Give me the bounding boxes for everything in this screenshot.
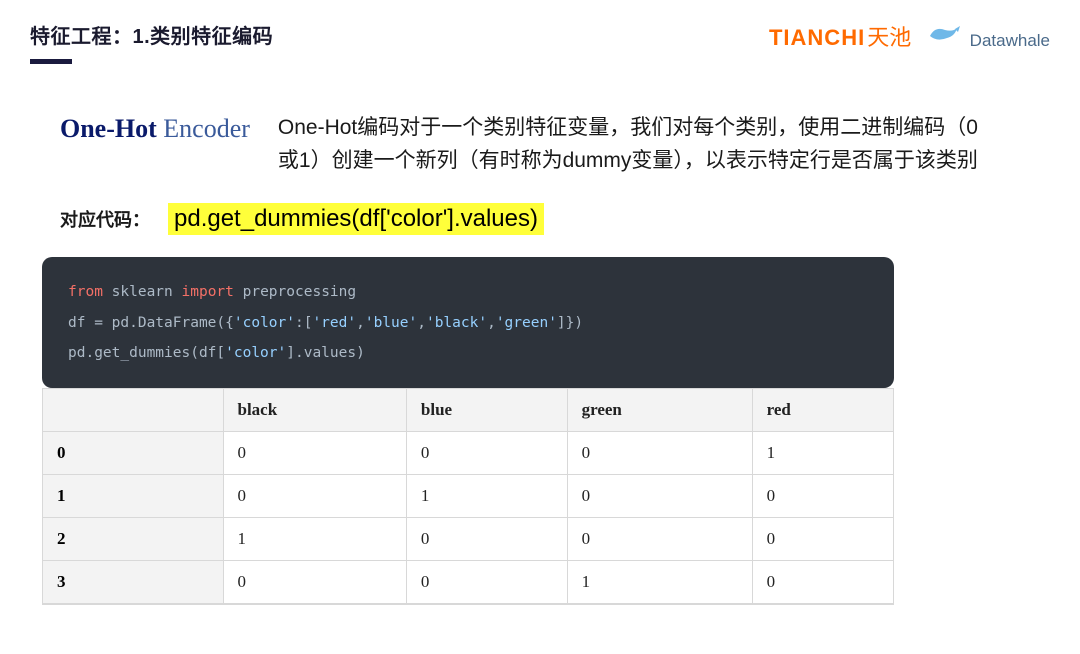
tianchi-en: TIANCHI [769,25,865,50]
row-index: 3 [43,561,223,604]
cell: 0 [752,561,893,604]
highlighted-code: pd.get_dummies(df['color'].values) [168,203,544,235]
cell: 0 [406,561,567,604]
col-header: black [223,389,406,432]
table-row: 1 0 1 0 0 [43,475,893,518]
cell: 0 [567,518,752,561]
title-underline [30,59,72,64]
cell: 1 [406,475,567,518]
col-header: blue [406,389,567,432]
cell: 1 [223,518,406,561]
col-header: red [752,389,893,432]
output-table-wrap: black blue green red 0 0 0 0 1 1 0 1 0 0 [42,388,894,605]
table-header-row: black blue green red [43,389,893,432]
tianchi-logo: TIANCHI天池 [769,20,911,52]
method-row: One-Hot Encoder One-Hot编码对于一个类别特征变量，我们对每… [30,112,1050,177]
datawhale-text: Datawhale [970,31,1050,50]
method-bold: One-Hot [60,114,157,143]
logos: TIANCHI天池 Datawhale [769,20,1050,52]
cell: 0 [752,518,893,561]
tianchi-cn: 天池 [867,25,911,50]
cell: 0 [406,432,567,475]
code-label-row: 对应代码： pd.get_dummies(df['color'].values) [30,203,1050,235]
cell: 0 [567,432,752,475]
method-name: One-Hot Encoder [60,112,250,144]
row-index: 0 [43,432,223,475]
whale-icon [927,22,961,51]
cell: 0 [223,475,406,518]
cell: 0 [223,561,406,604]
col-header: green [567,389,752,432]
code-label: 对应代码： [60,206,150,232]
cell: 0 [406,518,567,561]
cell: 0 [567,475,752,518]
table-row: 2 1 0 0 0 [43,518,893,561]
row-index: 1 [43,475,223,518]
table-row: 0 0 0 0 1 [43,432,893,475]
title-section: 特征工程：1.类别特征编码 [30,20,273,64]
datawhale-logo: Datawhale [927,22,1050,51]
output-table: black blue green red 0 0 0 0 1 1 0 1 0 0 [43,388,893,604]
code-line-2: df = pd.DataFrame({'color':['red','blue'… [68,308,868,338]
page-title: 特征工程：1.类别特征编码 [30,20,273,49]
code-line-3: pd.get_dummies(df['color'].values) [68,338,868,368]
table-row: 3 0 0 1 0 [43,561,893,604]
cell: 1 [752,432,893,475]
cell: 0 [752,475,893,518]
slide-header: 特征工程：1.类别特征编码 TIANCHI天池 Datawhale [30,20,1050,64]
method-description: One-Hot编码对于一个类别特征变量，我们对每个类别，使用二进制编码（0或1）… [278,112,998,177]
code-block: from sklearn import preprocessing df = p… [42,257,894,388]
row-index: 2 [43,518,223,561]
cell: 1 [567,561,752,604]
code-line-1: from sklearn import preprocessing [68,277,868,307]
method-light: Encoder [157,114,250,143]
table-corner [43,389,223,432]
cell: 0 [223,432,406,475]
